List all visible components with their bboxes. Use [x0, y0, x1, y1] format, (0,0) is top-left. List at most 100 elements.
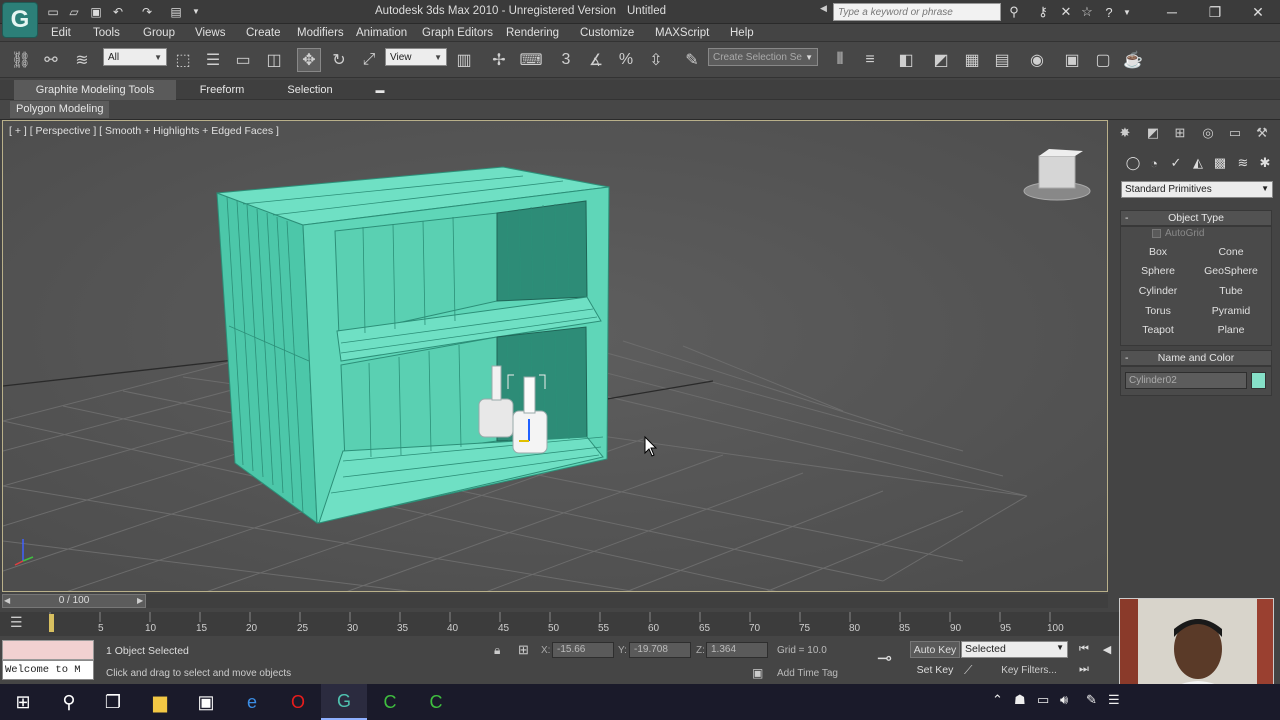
- action-center-icon[interactable]: ☰: [1108, 692, 1120, 708]
- pen-icon[interactable]: ✎: [1086, 692, 1097, 708]
- perspective-viewport[interactable]: [ + ] [ Perspective ] [ Smooth + Highlig…: [2, 120, 1108, 592]
- pivot-center-icon[interactable]: ▥: [452, 48, 476, 72]
- redo-icon[interactable]: ↷: [139, 4, 155, 19]
- cameras-icon[interactable]: ◭: [1189, 154, 1207, 172]
- polygon-modeling-panel[interactable]: Polygon Modeling: [10, 101, 110, 118]
- search-expand-icon[interactable]: ◀: [820, 3, 832, 21]
- tray-expand-icon[interactable]: ⌃: [992, 692, 1003, 708]
- task-view-button[interactable]: ❐: [90, 684, 136, 720]
- y-coordinate-input[interactable]: -19.708: [629, 642, 691, 658]
- time-slider-track[interactable]: [2, 594, 1108, 608]
- x-coordinate-input[interactable]: -15.66: [552, 642, 614, 658]
- rectangular-selection-icon[interactable]: ▭: [231, 48, 255, 72]
- opera-button[interactable]: O: [275, 684, 321, 720]
- set-key-icon[interactable]: ⊸: [877, 648, 892, 669]
- help-icon[interactable]: ?: [1100, 3, 1118, 21]
- teapot-button[interactable]: Teapot: [1123, 322, 1193, 339]
- default-tangent-icon[interactable]: ⟋: [964, 663, 972, 678]
- cone-button[interactable]: Cone: [1196, 244, 1266, 261]
- sphere-button[interactable]: Sphere: [1123, 263, 1193, 280]
- menu-maxscript[interactable]: MAXScript: [655, 25, 709, 41]
- select-and-rotate-icon[interactable]: ↻: [327, 48, 351, 72]
- layer-manager-icon[interactable]: ◧: [894, 48, 918, 72]
- edit-named-selection-icon[interactable]: ✎: [680, 48, 704, 72]
- start-button[interactable]: ⊞: [0, 684, 46, 720]
- hierarchy-tab-icon[interactable]: ⊞: [1170, 123, 1190, 143]
- add-time-tag[interactable]: Add Time Tag: [777, 668, 838, 679]
- bind-space-warp-icon[interactable]: ≋: [70, 48, 94, 72]
- 3ds-max-taskbar-button[interactable]: G: [321, 684, 367, 720]
- spinner-snap-icon[interactable]: ⇳: [644, 48, 668, 72]
- create-tab-icon[interactable]: ✸: [1115, 123, 1135, 143]
- project-folder-icon[interactable]: ▤: [168, 4, 184, 19]
- align-icon[interactable]: ≡: [858, 48, 882, 72]
- maxscript-output[interactable]: Welcome to M: [2, 660, 94, 680]
- manipulate-icon[interactable]: ✢: [487, 48, 511, 72]
- tab-freeform[interactable]: Freeform: [180, 80, 264, 100]
- select-and-scale-icon[interactable]: ⤢: [357, 48, 381, 72]
- volume-icon[interactable]: 🔊︎: [1060, 692, 1068, 708]
- autogrid-checkbox[interactable]: AutoGrid: [1152, 228, 1204, 239]
- named-selection-dropdown[interactable]: Create Selection Se ▼: [708, 48, 818, 66]
- unlink-icon[interactable]: ⚯: [39, 48, 63, 72]
- save-icon[interactable]: ▣: [88, 4, 104, 19]
- key-mode-toggle-icon[interactable]: ⏭: [1074, 661, 1094, 678]
- set-key-button[interactable]: Set Key: [910, 662, 960, 679]
- menu-edit[interactable]: Edit: [51, 25, 71, 41]
- category-dropdown[interactable]: Standard Primitives ▼: [1121, 181, 1273, 198]
- menu-tools[interactable]: Tools: [93, 25, 120, 41]
- minimize-button[interactable]: ─: [1150, 0, 1194, 24]
- help-dropdown-icon[interactable]: ▼: [1118, 3, 1136, 21]
- key-filters-button[interactable]: Key Filters...: [990, 663, 1068, 679]
- z-coordinate-input[interactable]: 1.364: [706, 642, 768, 658]
- absolute-mode-icon[interactable]: ⊞: [518, 642, 529, 658]
- previous-frame-icon[interactable]: ◀: [1097, 641, 1117, 658]
- undo-icon[interactable]: ↶: [110, 4, 126, 19]
- percent-snap-icon[interactable]: %: [614, 48, 638, 72]
- menu-group[interactable]: Group: [143, 25, 175, 41]
- search-taskbar-button[interactable]: ⚲: [46, 684, 92, 720]
- plane-button[interactable]: Plane: [1196, 322, 1266, 339]
- motion-tab-icon[interactable]: ◎: [1198, 123, 1218, 143]
- mini-curve-editor-icon[interactable]: ☰: [10, 614, 23, 631]
- select-and-move-icon[interactable]: ✥: [297, 48, 321, 72]
- key-icon[interactable]: ⚷: [1034, 3, 1052, 21]
- box-button[interactable]: Box: [1123, 244, 1193, 261]
- camtasia-button[interactable]: C: [367, 684, 413, 720]
- object-type-rollout-header[interactable]: - Object Type: [1120, 210, 1272, 226]
- quick-access-dropdown-icon[interactable]: ▼: [188, 4, 204, 19]
- tab-selection[interactable]: Selection: [270, 80, 350, 100]
- lock-selection-icon[interactable]: 🔒︎: [494, 643, 500, 658]
- tube-button[interactable]: Tube: [1196, 283, 1266, 300]
- window-crossing-icon[interactable]: ◫: [262, 48, 286, 72]
- angle-snap-icon[interactable]: ∡: [584, 48, 608, 72]
- render-setup-icon[interactable]: ▣: [1060, 48, 1084, 72]
- next-frame-icon[interactable]: ▶: [137, 596, 143, 605]
- menu-help[interactable]: Help: [730, 25, 754, 41]
- modify-tab-icon[interactable]: ◩: [1143, 123, 1163, 143]
- snaps-toggle-icon[interactable]: 3: [554, 48, 578, 72]
- menu-customize[interactable]: Customize: [580, 25, 634, 41]
- shelf-object[interactable]: [216, 166, 610, 525]
- keyboard-shortcut-override-icon[interactable]: ⌨: [519, 48, 543, 72]
- torus-button[interactable]: Torus: [1123, 303, 1193, 320]
- mirror-icon[interactable]: ⫴: [828, 48, 852, 72]
- menu-views[interactable]: Views: [195, 25, 225, 41]
- edge-button[interactable]: e: [229, 684, 275, 720]
- link-icon[interactable]: ⛓: [9, 48, 33, 72]
- helpers-icon[interactable]: ▩: [1211, 154, 1229, 172]
- utilities-tab-icon[interactable]: ⚒: [1252, 123, 1272, 143]
- maximize-button[interactable]: ❐: [1193, 0, 1237, 24]
- time-slider-thumb[interactable]: 0 / 100: [2, 594, 146, 608]
- geometry-icon[interactable]: ◯: [1124, 154, 1142, 172]
- rendered-frame-window-icon[interactable]: ▢: [1091, 48, 1115, 72]
- camtasia-recorder-button[interactable]: C: [413, 684, 459, 720]
- prev-frame-icon[interactable]: ◀: [4, 596, 10, 605]
- geosphere-button[interactable]: GeoSphere: [1196, 263, 1266, 280]
- name-and-color-rollout-header[interactable]: - Name and Color: [1120, 350, 1272, 366]
- ribbon-minimize-icon[interactable]: ▬: [372, 80, 388, 100]
- display-tab-icon[interactable]: ▭: [1225, 123, 1245, 143]
- open-file-icon[interactable]: ▱: [66, 4, 82, 19]
- maxscript-listener-input[interactable]: [2, 640, 94, 660]
- select-by-name-icon[interactable]: ☰: [201, 48, 225, 72]
